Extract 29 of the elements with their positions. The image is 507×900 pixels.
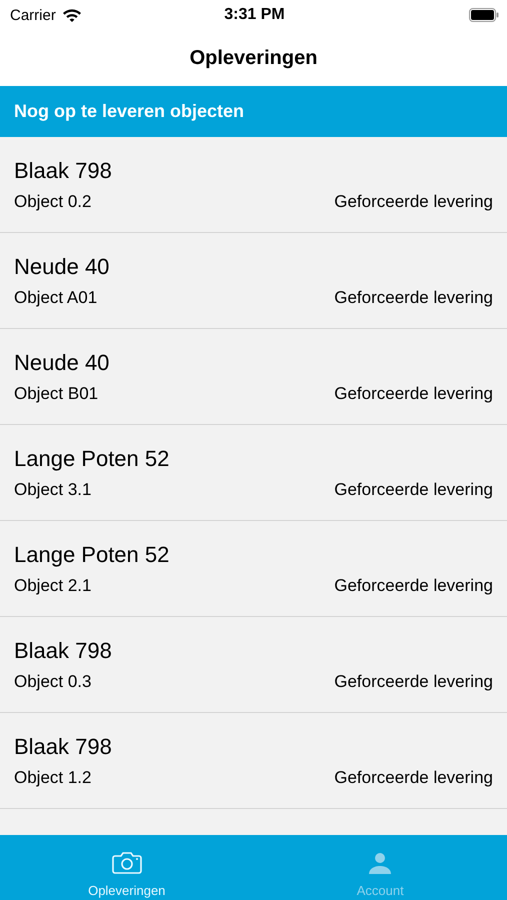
item-subtitle: Object 2.1 (14, 576, 92, 596)
item-subtitle: Object 0.3 (14, 672, 92, 692)
camera-icon (112, 851, 142, 875)
item-subtitle: Object 3.1 (14, 480, 92, 500)
item-status: Geforceerde levering (334, 480, 493, 500)
item-status: Geforceerde levering (334, 672, 493, 692)
item-title: Neude 40 (14, 350, 110, 376)
battery-icon (469, 8, 499, 22)
item-title: Neude 40 (14, 254, 110, 280)
item-status: Geforceerde levering (334, 768, 493, 788)
carrier-label: Carrier (10, 6, 56, 24)
item-title: Blaak 798 (14, 734, 113, 760)
item-subtitle: Object 0.2 (14, 192, 92, 212)
item-subtitle: Object A01 (14, 288, 98, 308)
item-status: Geforceerde levering (334, 192, 493, 212)
clock-time: 3:31 PM (224, 6, 285, 24)
person-icon (368, 851, 392, 875)
section-title: Nog op te leveren objecten (14, 101, 244, 122)
item-status: Geforceerde levering (334, 576, 493, 596)
item-status: Geforceerde levering (334, 384, 493, 404)
item-subtitle: Object 1.2 (14, 768, 92, 788)
item-title: Blaak 798 (14, 158, 113, 184)
wifi-icon (62, 8, 82, 22)
item-title: Lange Poten 52 (14, 542, 170, 568)
item-title: Lange Poten 52 (14, 446, 170, 472)
screen-title: Opleveringen (190, 46, 318, 70)
item-subtitle: Object B01 (14, 384, 98, 404)
item-title: Blaak 798 (14, 638, 113, 664)
item-status: Geforceerde levering (334, 288, 493, 308)
